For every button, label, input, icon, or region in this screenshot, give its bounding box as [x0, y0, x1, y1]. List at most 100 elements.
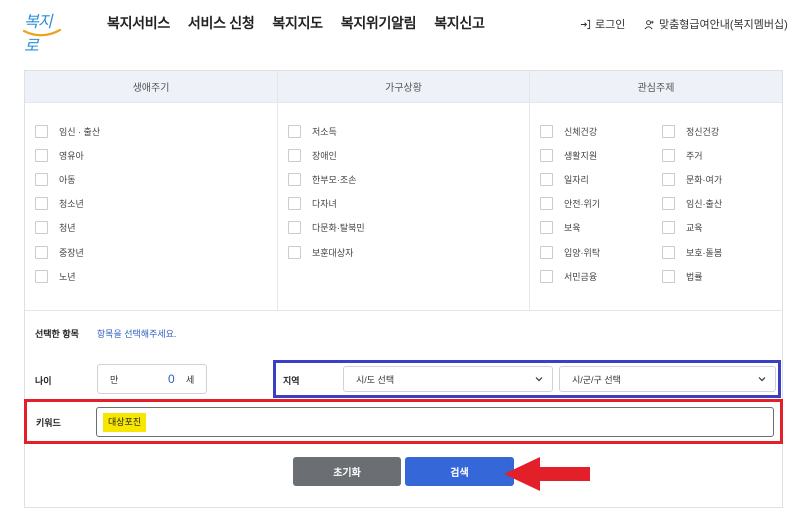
- age-input[interactable]: 만 0 세: [97, 364, 207, 394]
- household-list: 저소득장애인 한부모·조손 다자녀 다문화·탈북민 보훈대상자: [288, 119, 365, 264]
- interest-checkbox-item[interactable]: 임신·출산: [662, 192, 722, 216]
- life-cycle-checkbox-item[interactable]: 청년: [35, 216, 100, 240]
- checkbox[interactable]: [35, 197, 48, 211]
- checkbox[interactable]: [662, 221, 675, 235]
- checkbox[interactable]: [662, 172, 675, 186]
- checkbox[interactable]: [540, 221, 553, 235]
- interest-checkbox-item[interactable]: 입양·위탁: [540, 240, 600, 264]
- region-label: 지역: [283, 376, 300, 386]
- checkbox-label: 교육: [686, 223, 703, 234]
- checkbox[interactable]: [35, 172, 48, 186]
- checkbox[interactable]: [662, 245, 675, 259]
- search-button[interactable]: 검색: [405, 457, 514, 486]
- logo-swoosh-icon: [22, 28, 62, 37]
- household-checkbox-item[interactable]: 보훈대상자: [288, 240, 365, 264]
- nav-service-application[interactable]: 서비스 신청: [188, 13, 255, 33]
- interest-column: 관심주제 신체건강 생활지원 일자리 안전·위기 보육 입양·위탁 서민금융 정신건강 주거 문…: [529, 71, 782, 311]
- interest-checkbox-item[interactable]: 서민금융: [540, 264, 600, 288]
- age-unit: 세: [186, 374, 195, 385]
- life-cycle-checkbox-item[interactable]: 중장년: [35, 240, 100, 264]
- checkbox[interactable]: [540, 245, 553, 259]
- interest-checkbox-item[interactable]: 문화·여가: [662, 167, 722, 191]
- chevron-down-icon: [758, 377, 766, 382]
- checkbox-label: 신체건강: [564, 126, 598, 137]
- nav-welfare-map[interactable]: 복지지도: [272, 13, 323, 33]
- checkbox[interactable]: [288, 172, 301, 186]
- life-cycle-checkbox-item[interactable]: 영유아: [35, 143, 100, 167]
- selected-items-label: 선택한 항목: [35, 329, 79, 339]
- checkbox[interactable]: [288, 124, 301, 138]
- interest-checkbox-item[interactable]: 일자리: [540, 167, 600, 191]
- life-cycle-checkbox-item[interactable]: 노년: [35, 264, 100, 288]
- household-checkbox-item[interactable]: 장애인: [288, 143, 365, 167]
- reset-button[interactable]: 초기화: [293, 457, 401, 486]
- household-checkbox-item[interactable]: 저소득: [288, 119, 365, 143]
- interest-checkbox-item[interactable]: 안전·위기: [540, 192, 600, 216]
- checkbox[interactable]: [540, 124, 553, 138]
- checkbox[interactable]: [288, 148, 301, 162]
- life-cycle-header: 생애주기: [25, 71, 277, 103]
- checkbox[interactable]: [288, 245, 301, 259]
- checkbox-label: 청소년: [59, 199, 84, 210]
- checkbox[interactable]: [35, 269, 48, 283]
- membership-label: 맞춤형급여안내(복지멤버십): [659, 19, 788, 31]
- login-label: 로그인: [595, 19, 626, 31]
- checkbox-label: 보육: [564, 223, 581, 234]
- checkbox[interactable]: [288, 197, 301, 211]
- interest-checkbox-item[interactable]: 신체건강: [540, 119, 600, 143]
- interest-checkbox-item[interactable]: 보육: [540, 216, 600, 240]
- category-columns: 생애주기 임신 · 출산 영유아 아동 청소년 청년 중장년 노년 가구상황 저소득 장애인 한…: [25, 71, 782, 311]
- checkbox-label: 저소득: [312, 126, 337, 137]
- checkbox[interactable]: [662, 148, 675, 162]
- person-icon: [644, 19, 654, 29]
- checkbox-label: 주거: [686, 150, 703, 161]
- age-prefix: 만: [110, 374, 119, 385]
- checkbox-label: 노년: [59, 271, 76, 282]
- household-checkbox-item[interactable]: 한부모·조손: [288, 167, 365, 191]
- interest-checkbox-item[interactable]: 생활지원: [540, 143, 600, 167]
- nav-welfare-report[interactable]: 복지신고: [434, 13, 485, 33]
- checkbox[interactable]: [540, 172, 553, 186]
- checkbox[interactable]: [540, 197, 553, 211]
- bokjiro-logo[interactable]: 복지로: [22, 8, 64, 55]
- life-cycle-checkbox-item[interactable]: 아동: [35, 167, 100, 191]
- login-link[interactable]: 로그인: [580, 16, 625, 32]
- sigungu-select[interactable]: 시/군/구 선택: [559, 366, 776, 392]
- membership-link[interactable]: 맞춤형급여안내(복지멤버십): [644, 16, 788, 32]
- household-checkbox-item[interactable]: 다문화·탈북민: [288, 216, 365, 240]
- checkbox-label: 문화·여가: [686, 174, 723, 185]
- interest-list-right: 정신건강주거문화·여가임신·출산교육보호·돌봄 법률: [662, 119, 722, 288]
- checkbox-label: 서민금융: [564, 271, 598, 282]
- checkbox[interactable]: [662, 269, 675, 283]
- interest-checkbox-item[interactable]: 정신건강: [662, 119, 722, 143]
- checkbox[interactable]: [662, 124, 675, 138]
- checkbox[interactable]: [35, 148, 48, 162]
- keyword-highlight-box: 키워드 대상포진: [24, 399, 783, 444]
- main-nav: 복지서비스 서비스 신청 복지지도 복지위기알림 복지신고: [107, 13, 485, 33]
- sido-select-value: 시/도 선택: [356, 374, 395, 385]
- checkbox[interactable]: [540, 269, 553, 283]
- checkbox[interactable]: [662, 197, 675, 211]
- nav-welfare-services[interactable]: 복지서비스: [107, 13, 170, 33]
- interest-checkbox-item[interactable]: 보호·돌봄: [662, 240, 722, 264]
- checkbox-label: 생활지원: [564, 150, 598, 161]
- checkbox-label: 입양·위탁: [564, 247, 601, 258]
- household-checkbox-item[interactable]: 다자녀: [288, 192, 365, 216]
- life-cycle-checkbox-item[interactable]: 임신 · 출산: [35, 119, 100, 143]
- interest-checkbox-item[interactable]: 주거: [662, 143, 722, 167]
- checkbox-label: 영유아: [59, 150, 84, 161]
- checkbox[interactable]: [288, 221, 301, 235]
- keyword-input[interactable]: 대상포진: [96, 407, 774, 437]
- nav-welfare-crisis-alert[interactable]: 복지위기알림: [341, 13, 417, 33]
- checkbox-label: 중장년: [59, 247, 84, 258]
- interest-checkbox-item[interactable]: 법률: [662, 264, 722, 288]
- checkbox[interactable]: [35, 245, 48, 259]
- interest-checkbox-item[interactable]: 교육: [662, 216, 722, 240]
- life-cycle-checkbox-item[interactable]: 청소년: [35, 192, 100, 216]
- checkbox-label: 안전·위기: [564, 199, 601, 210]
- checkbox[interactable]: [540, 148, 553, 162]
- checkbox[interactable]: [35, 124, 48, 138]
- selected-items-row: 선택한 항목 항목을 선택해주세요.: [35, 327, 176, 340]
- sido-select[interactable]: 시/도 선택: [343, 366, 553, 392]
- checkbox[interactable]: [35, 221, 48, 235]
